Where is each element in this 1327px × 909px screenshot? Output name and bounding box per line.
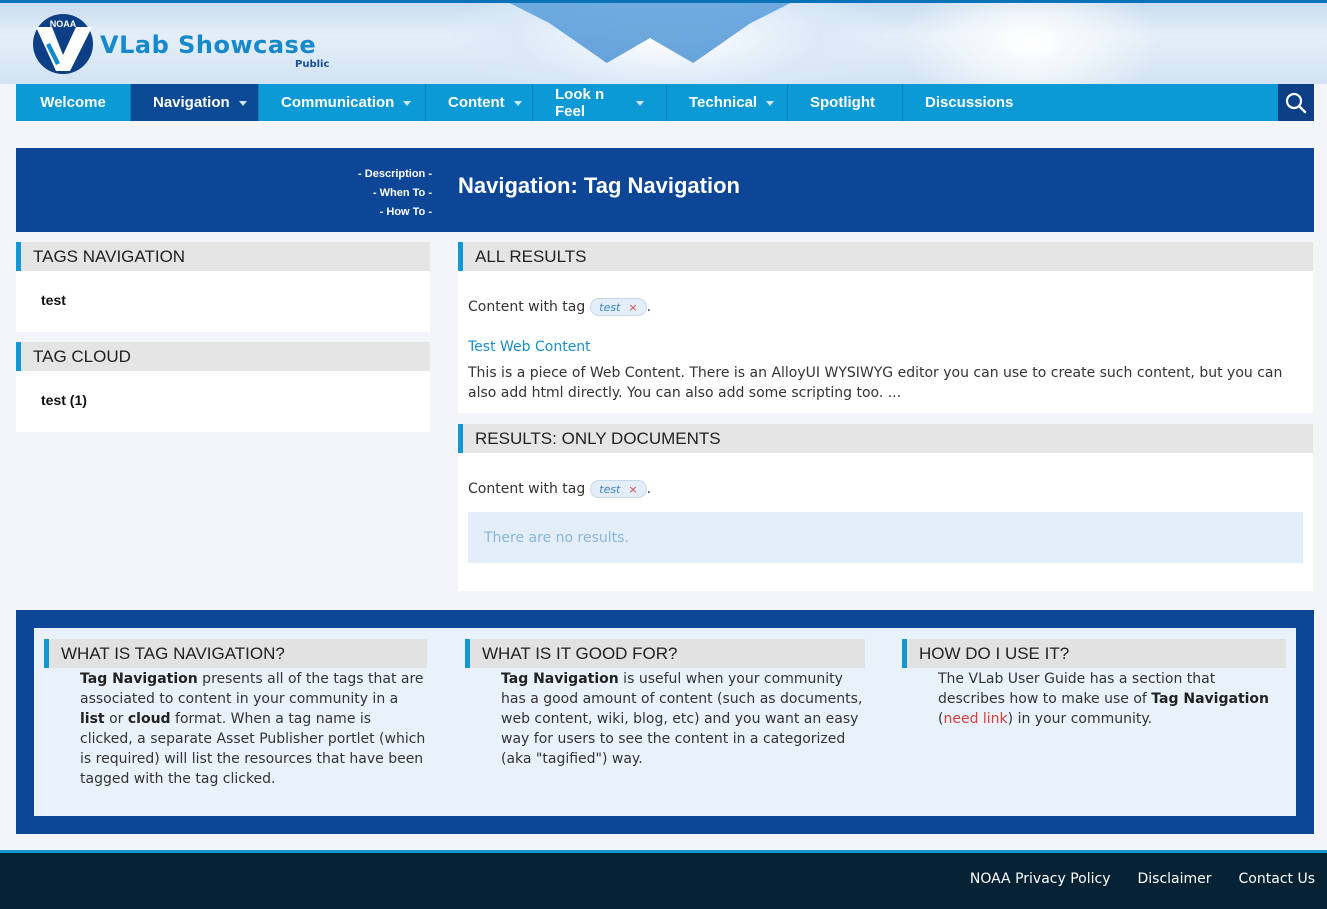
panel-heading: RESULTS: ONLY DOCUMENTS <box>458 424 1313 453</box>
site-footer: NOAA Privacy Policy Disclaimer Contact U… <box>0 850 1327 909</box>
info-text: The VLab User Guide has a section that d… <box>902 669 1286 729</box>
tags-navigation-panel: TAGS NAVIGATION test <box>16 242 430 332</box>
need-link-link[interactable]: need link <box>943 711 1007 727</box>
tag-chip-label: test <box>599 300 621 314</box>
panel-heading: TAG CLOUD <box>16 342 430 371</box>
tag-cloud-panel: TAG CLOUD test (1) <box>16 342 430 432</box>
search-button[interactable] <box>1278 84 1314 121</box>
anchor-link-how-to[interactable]: - How To - <box>316 203 432 222</box>
document-results-panel: RESULTS: ONLY DOCUMENTS Content with tag… <box>458 424 1313 591</box>
panel-heading: ALL RESULTS <box>458 242 1313 271</box>
info-heading: HOW DO I USE IT? <box>902 639 1286 668</box>
nav-item-content[interactable]: Content <box>426 84 533 121</box>
result-title-link[interactable]: Test Web Content <box>468 339 591 355</box>
search-icon <box>1285 92 1307 113</box>
chevron-down-icon <box>766 101 775 106</box>
info-bold: Tag Navigation <box>80 671 198 687</box>
info-section: WHAT IS TAG NAVIGATION? Tag Navigation p… <box>16 610 1314 834</box>
info-text: Tag Navigation presents all of the tags … <box>44 669 427 789</box>
tag-chip[interactable]: test × <box>590 480 647 498</box>
nav-item-discussions[interactable]: Discussions <box>903 84 1043 121</box>
chevron-down-icon <box>403 101 412 106</box>
info-span: or <box>104 711 128 727</box>
tag-link[interactable]: test <box>41 292 66 308</box>
info-column-good-for: WHAT IS IT GOOD FOR? Tag Navigation is u… <box>465 639 865 769</box>
site-title[interactable]: VLab Showcase <box>100 31 316 59</box>
panel-heading: TAGS NAVIGATION <box>16 242 430 271</box>
nav-item-label: Navigation <box>153 94 230 111</box>
page-title-band: - Description - - When To - - How To - N… <box>16 148 1314 232</box>
section-anchor-links: - Description - - When To - - How To - <box>316 165 432 222</box>
content-with-tag-label: Content with tag <box>468 299 586 315</box>
site-subtitle: Public <box>295 59 330 70</box>
anchor-link-when-to[interactable]: - When To - <box>316 184 432 203</box>
nav-item-spotlight[interactable]: Spotlight <box>788 84 903 121</box>
info-bold: Tag Navigation <box>501 671 619 687</box>
tag-cloud-link[interactable]: test (1) <box>41 392 87 408</box>
result-description: This is a piece of Web Content. There is… <box>468 365 1283 401</box>
close-icon[interactable]: × <box>628 301 637 314</box>
tag-chip[interactable]: test × <box>590 298 647 316</box>
site-header: NOAA VLab Showcase Public <box>0 0 1327 84</box>
no-results-message: There are no results. <box>468 512 1303 563</box>
info-heading: WHAT IS TAG NAVIGATION? <box>44 639 427 668</box>
nav-item-welcome[interactable]: Welcome <box>16 84 131 121</box>
footer-link-privacy-policy[interactable]: NOAA Privacy Policy <box>970 871 1111 887</box>
info-span: ) in your community. <box>1007 711 1153 727</box>
info-bold: list <box>80 711 105 727</box>
chevron-down-icon <box>513 101 522 106</box>
logo-text: NOAA <box>50 19 77 29</box>
nav-item-label: Content <box>448 94 505 111</box>
info-section-inner: WHAT IS TAG NAVIGATION? Tag Navigation p… <box>34 628 1296 816</box>
nav-item-communication[interactable]: Communication <box>259 84 426 121</box>
footer-links: NOAA Privacy Policy Disclaimer Contact U… <box>970 871 1315 887</box>
info-column-what: WHAT IS TAG NAVIGATION? Tag Navigation p… <box>44 639 427 789</box>
chevron-down-icon <box>238 101 247 106</box>
nav-item-technical[interactable]: Technical <box>667 84 788 121</box>
sentence-period: . <box>646 481 652 497</box>
info-text: Tag Navigation is useful when your commu… <box>465 669 865 769</box>
content-with-tag-label: Content with tag <box>468 481 586 497</box>
page-title: Navigation: Tag Navigation <box>458 173 740 198</box>
tag-chip-label: test <box>599 482 621 496</box>
nav-item-label: Welcome <box>40 94 106 111</box>
noaa-vlab-logo-icon[interactable]: NOAA <box>30 13 96 75</box>
nav-item-label: Discussions <box>925 94 1014 111</box>
sentence-period: . <box>646 299 652 315</box>
content-with-tag-line: Content with tag test × . <box>468 298 1303 316</box>
close-icon[interactable]: × <box>628 483 637 496</box>
all-results-panel: ALL RESULTS Content with tag test × . Te… <box>458 242 1313 413</box>
nav-item-label: Communication <box>281 94 395 111</box>
content-with-tag-line: Content with tag test × . <box>468 480 1303 498</box>
footer-link-contact-us[interactable]: Contact Us <box>1239 871 1315 887</box>
chevron-down-icon <box>636 101 644 106</box>
anchor-link-description[interactable]: - Description - <box>316 165 432 184</box>
nav-item-navigation[interactable]: Navigation <box>131 84 259 121</box>
nav-item-label: Spotlight <box>810 94 875 111</box>
nav-item-look-n-feel[interactable]: Look n Feel <box>533 84 667 121</box>
info-heading: WHAT IS IT GOOD FOR? <box>465 639 865 668</box>
info-bold: Tag Navigation <box>1151 691 1270 707</box>
info-column-how: HOW DO I USE IT? The VLab User Guide has… <box>902 639 1286 729</box>
footer-link-disclaimer[interactable]: Disclaimer <box>1138 871 1212 887</box>
info-bold: cloud <box>127 711 171 727</box>
header-background-glow <box>900 3 1160 84</box>
main-navigation: Welcome Navigation Communication Content… <box>16 84 1314 121</box>
nav-item-label: Look n Feel <box>555 85 605 120</box>
nav-item-label: Technical <box>689 94 758 111</box>
